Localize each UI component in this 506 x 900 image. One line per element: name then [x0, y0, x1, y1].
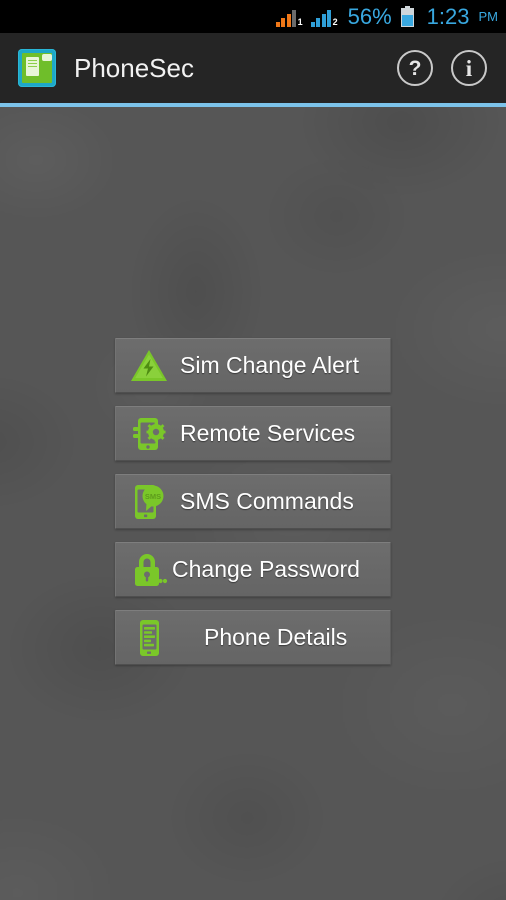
svg-text:SMS: SMS: [145, 492, 161, 501]
main-content: Sim Change Alert Remote Services SMS SMS…: [0, 107, 506, 900]
menu-button-sms-commands[interactable]: SMS SMS Commands: [115, 474, 391, 529]
sim1-number: 1: [297, 16, 303, 27]
warning-triangle-bolt-icon: [122, 344, 176, 388]
signal-bars-icon-sim1: 1: [275, 7, 303, 27]
sim2-number: 2: [332, 16, 338, 27]
phone-screen: 1 2 56% 1:23 PM PhoneSec ? i Sim Change …: [0, 0, 506, 900]
page-title: PhoneSec: [74, 52, 194, 83]
menu-button-label: Sim Change Alert: [180, 352, 359, 378]
phone-gear-icon: [122, 412, 176, 456]
action-bar: PhoneSec ? i: [0, 33, 506, 103]
main-menu: Sim Change Alert Remote Services SMS SMS…: [115, 338, 391, 678]
menu-button-phone-details[interactable]: Phone Details: [115, 610, 391, 665]
phone-sms-bubble-icon: SMS: [122, 480, 176, 524]
menu-button-sim-change-alert[interactable]: Sim Change Alert: [115, 338, 391, 393]
battery-icon: [400, 6, 414, 27]
menu-button-label: SMS Commands: [180, 488, 354, 514]
status-bar-items: 1 2 56% 1:23 PM: [275, 3, 499, 29]
phone-list-icon: [122, 616, 176, 660]
menu-button-change-password[interactable]: Change Password: [115, 542, 391, 597]
clock-time: 1:23: [426, 3, 470, 29]
menu-button-label: Remote Services: [180, 420, 356, 446]
menu-button-label: Phone Details: [204, 624, 348, 650]
menu-button-remote-services[interactable]: Remote Services: [115, 406, 391, 461]
info-button[interactable]: i: [446, 45, 492, 91]
phonesec-app-icon[interactable]: [18, 49, 56, 87]
status-bar: 1 2 56% 1:23 PM: [0, 0, 506, 33]
battery-percent-label: 56%: [347, 3, 392, 29]
help-circle-icon: ?: [397, 50, 433, 86]
menu-button-label: Change Password: [172, 556, 360, 582]
help-button[interactable]: ?: [392, 45, 438, 91]
clock-ampm: PM: [478, 8, 499, 24]
padlock-dots-icon: [122, 548, 176, 592]
info-circle-icon: i: [451, 50, 487, 86]
signal-bars-icon-sim2: 2: [310, 7, 338, 27]
